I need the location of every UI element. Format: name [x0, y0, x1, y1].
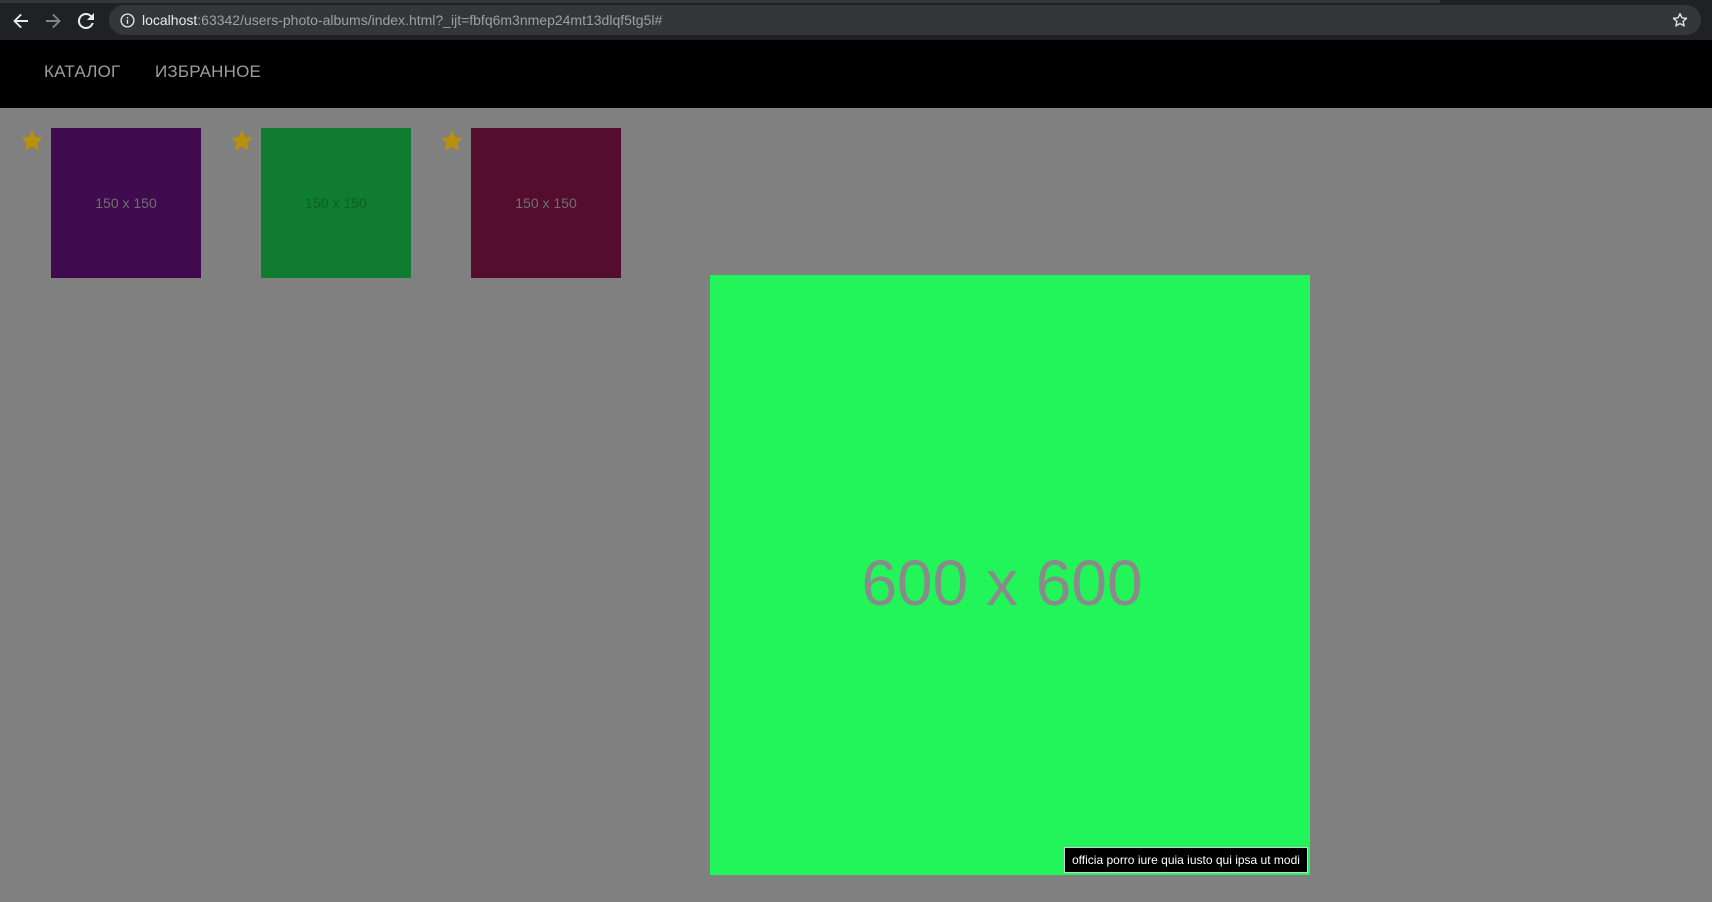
- photo-title-tooltip: officia porro iure quia iusto qui ipsa u…: [1064, 847, 1308, 873]
- site-navbar: КАТАЛОГ ИЗБРАННОЕ: [0, 40, 1712, 108]
- url-path: :63342/users-photo-albums/index.html?_ij…: [197, 12, 663, 28]
- url-host: localhost: [142, 12, 198, 28]
- thumbnail-image[interactable]: 150 x 150: [51, 128, 201, 278]
- favorite-star-icon[interactable]: [439, 128, 465, 154]
- album-thumbnail-item: 150 x 150: [439, 128, 629, 278]
- star-outline-icon[interactable]: [1671, 11, 1689, 29]
- address-bar[interactable]: localhost:63342/users-photo-albums/index…: [109, 5, 1701, 35]
- thumbnail-image[interactable]: 150 x 150: [471, 128, 621, 278]
- info-icon[interactable]: [118, 11, 136, 29]
- thumbnail-size-label: 150 x 150: [305, 195, 367, 211]
- url-text[interactable]: localhost:63342/users-photo-albums/index…: [142, 12, 662, 28]
- preview-size-label: 600 x 600: [861, 547, 1143, 619]
- nav-catalog-link[interactable]: КАТАЛОГ: [44, 62, 120, 82]
- thumbnail-size-label: 150 x 150: [95, 195, 157, 211]
- favorite-star-icon[interactable]: [19, 128, 45, 154]
- thumbnail-size-label: 150 x 150: [515, 195, 577, 211]
- reload-icon[interactable]: [73, 8, 99, 34]
- favorite-star-icon[interactable]: [229, 128, 255, 154]
- browser-toolbar: localhost:63342/users-photo-albums/index…: [0, 0, 1712, 40]
- album-thumbnail-item: 150 x 150: [229, 128, 419, 278]
- thumbnail-image[interactable]: 150 x 150: [261, 128, 411, 278]
- nav-favorites-link[interactable]: ИЗБРАННОЕ: [155, 62, 261, 82]
- photo-preview[interactable]: 600 x 600: [710, 275, 1310, 875]
- tab-strip: [0, 0, 1440, 3]
- album-thumbnail-item: 150 x 150: [19, 128, 209, 278]
- arrow-back-icon[interactable]: [8, 8, 34, 34]
- arrow-forward-icon[interactable]: [40, 8, 66, 34]
